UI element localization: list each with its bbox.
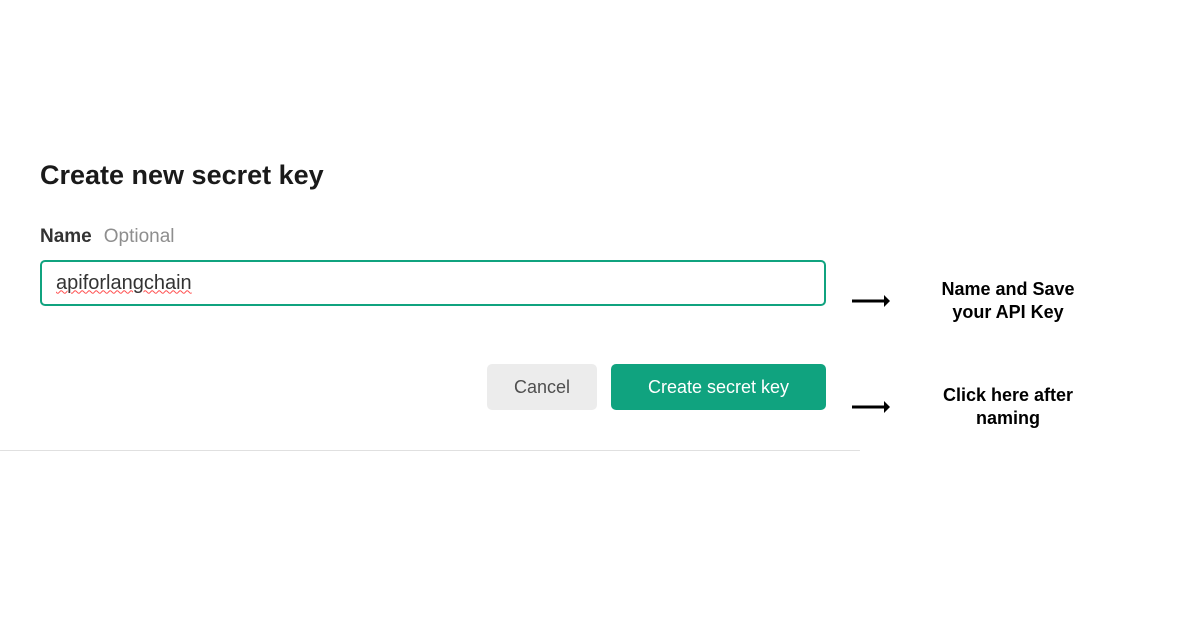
annotation-click-here: Click here after naming	[850, 384, 1108, 431]
annotation-text: Name and Save your API Key	[908, 278, 1108, 325]
key-name-input[interactable]	[40, 260, 826, 306]
create-secret-key-dialog: Create new secret key Name Optional Canc…	[10, 130, 860, 430]
cancel-button[interactable]: Cancel	[487, 364, 597, 410]
dialog-title: Create new secret key	[40, 160, 830, 191]
field-label-row: Name Optional	[40, 226, 830, 248]
arrow-icon	[850, 291, 890, 311]
annotation-text: Click here after naming	[908, 384, 1108, 431]
dialog-buttons: Cancel Create secret key	[40, 364, 826, 410]
create-secret-key-button[interactable]: Create secret key	[611, 364, 826, 410]
name-label: Name	[40, 226, 92, 248]
name-optional-hint: Optional	[104, 226, 175, 248]
dialog-bottom-edge	[0, 450, 860, 456]
annotation-name-key: Name and Save your API Key	[850, 278, 1108, 325]
arrow-icon	[850, 397, 890, 417]
